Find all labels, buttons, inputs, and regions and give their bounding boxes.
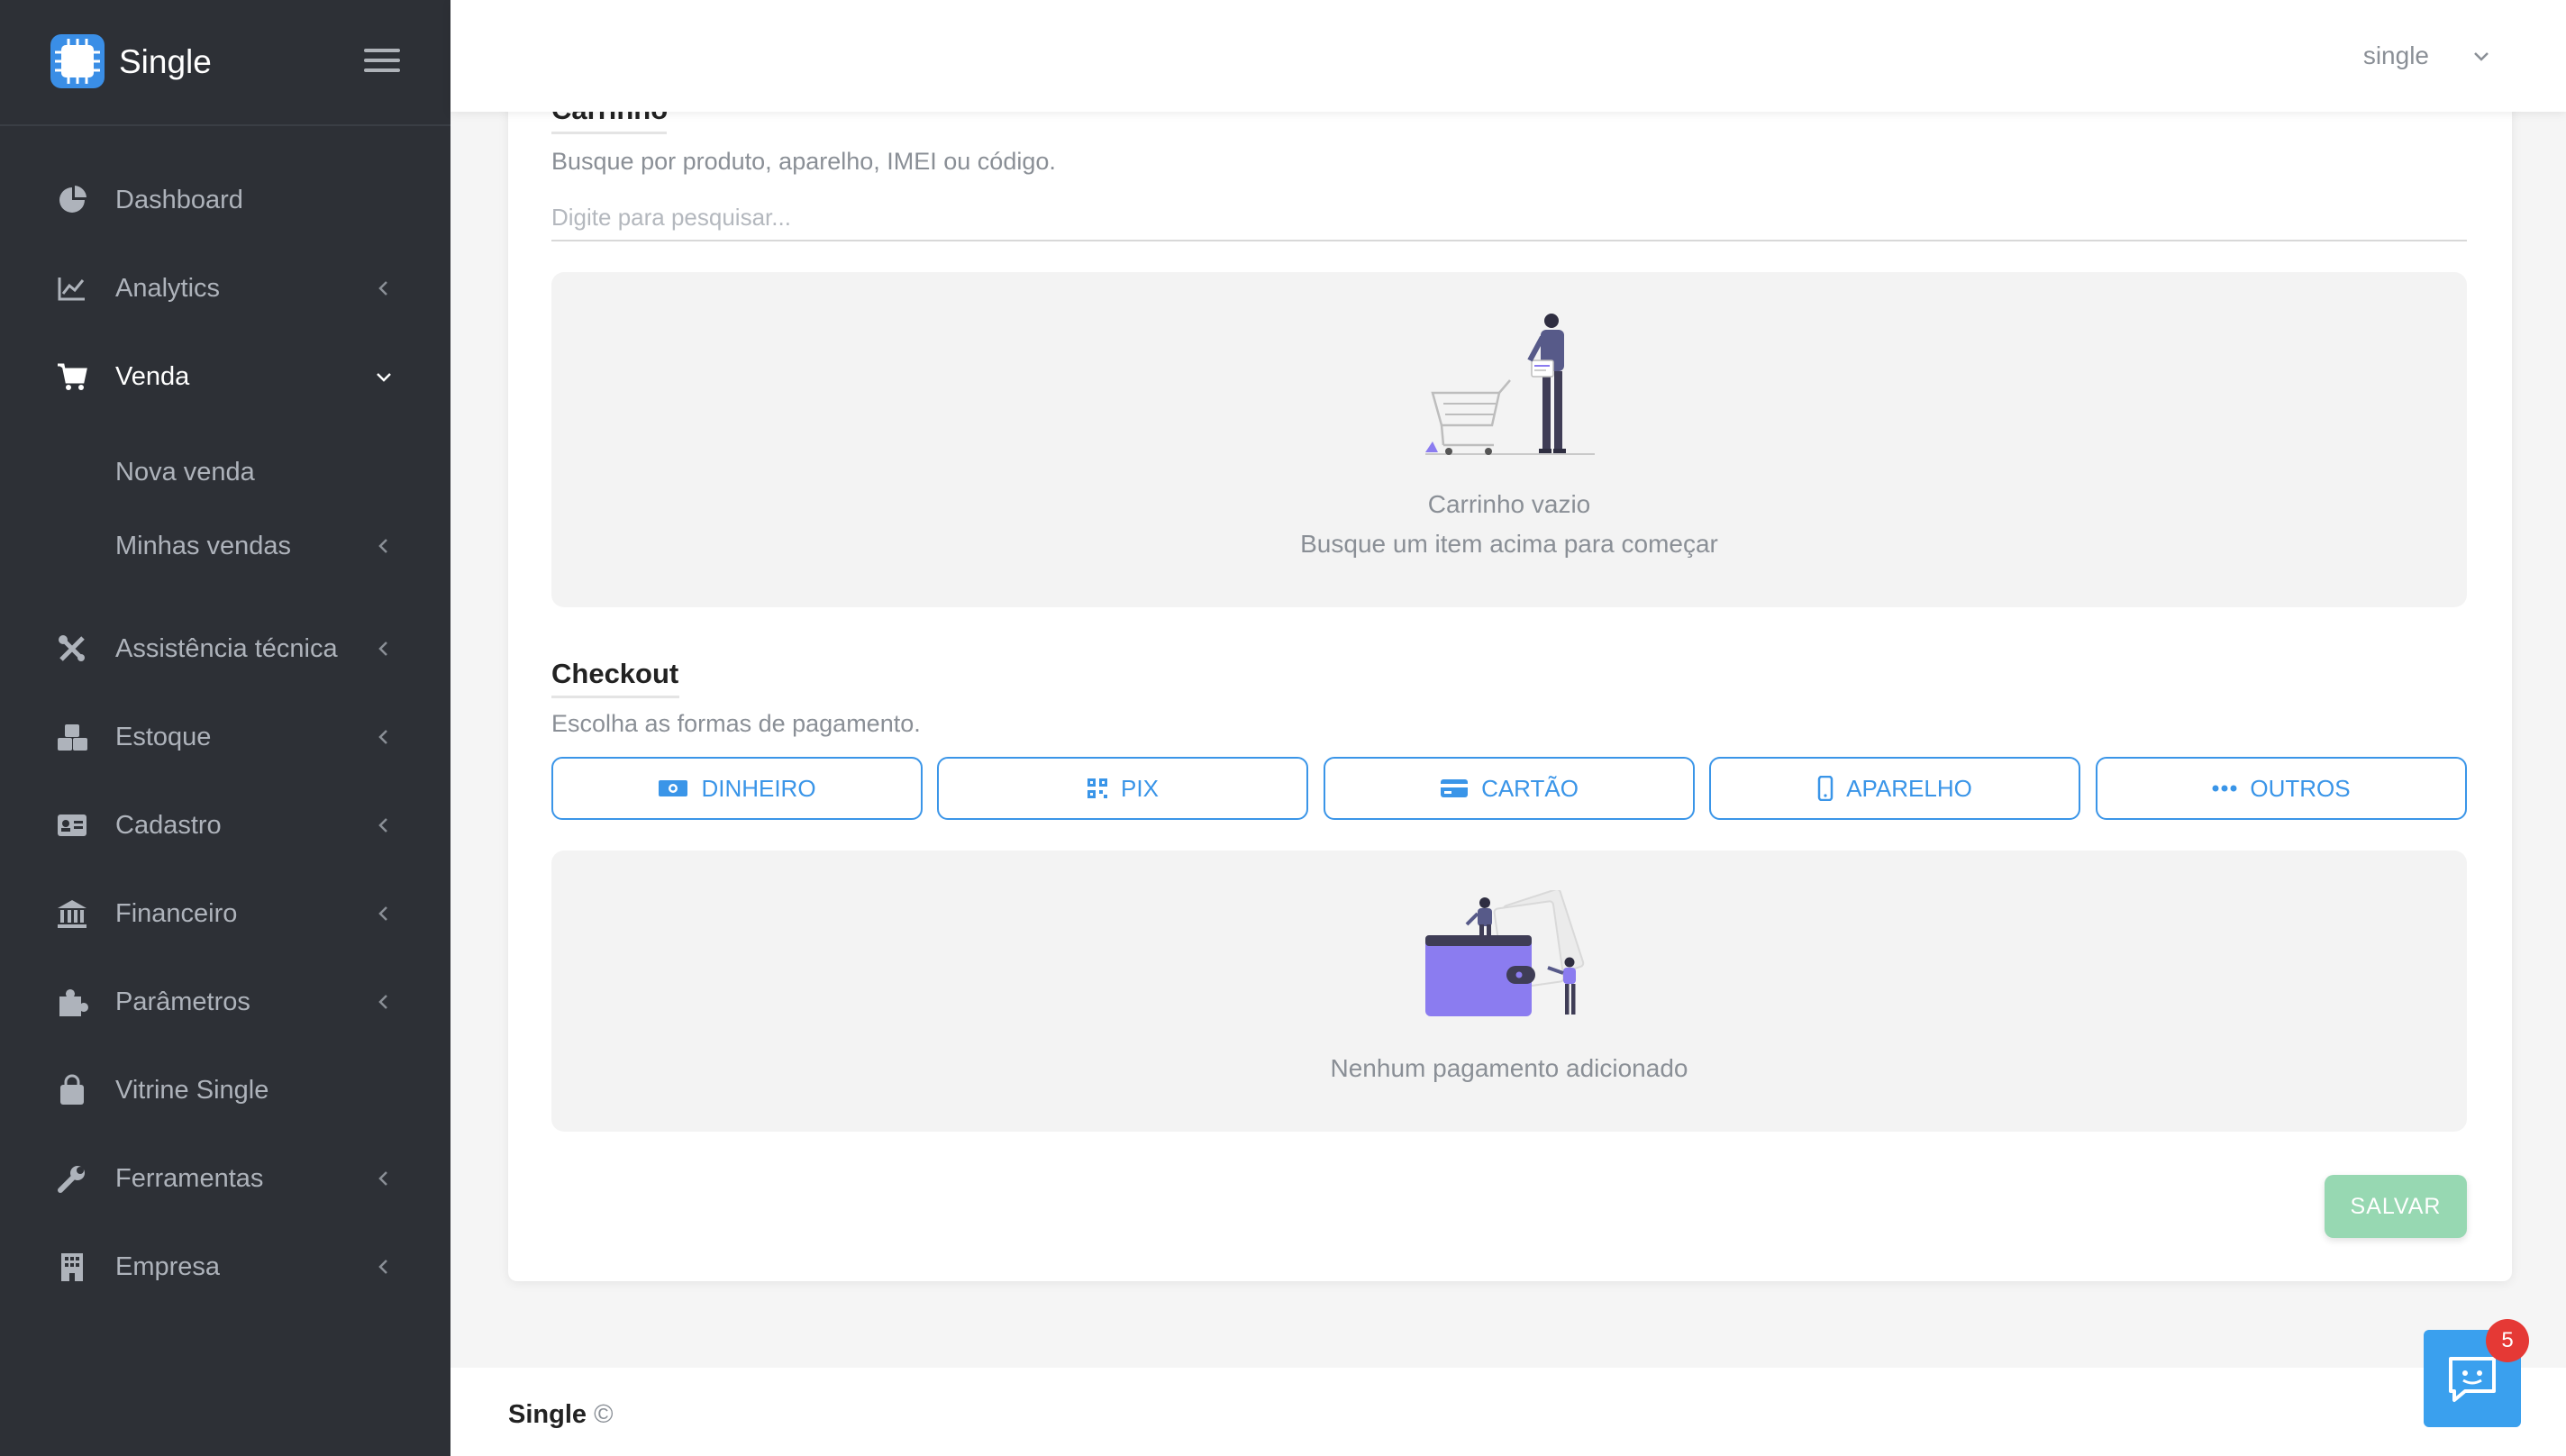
payment-empty-text: Nenhum pagamento adicionado (1330, 1054, 1688, 1082)
sidebar-item-parametros[interactable]: Parâmetros (0, 968, 450, 1040)
cart-title-underline (551, 132, 667, 134)
sidebar-subitem-nova-venda[interactable]: Nova venda (0, 441, 450, 505)
wrench-icon (58, 1166, 85, 1193)
payment-method-dinheiro-button[interactable]: DINHEIRO (551, 757, 923, 820)
credit-card-icon (1441, 779, 1469, 797)
sidebar-item-label: Minhas vendas (115, 532, 292, 560)
chevron-down-icon (377, 373, 391, 382)
chip-logo-icon (50, 34, 105, 88)
chevron-left-icon (378, 1171, 387, 1186)
sidebar-item-label: Nova venda (115, 458, 255, 487)
cart-empty-subtitle: Busque um item acima para começar (1300, 530, 1718, 558)
line-chart-icon (58, 278, 85, 301)
sidebar-item-label: Ferramentas (115, 1164, 264, 1193)
footer: Single © (450, 1368, 2566, 1456)
payment-method-cartao-button[interactable]: CARTÃO (1324, 757, 1695, 820)
tools-icon (59, 635, 85, 661)
brand-name: Single (119, 43, 212, 80)
save-button[interactable]: SALVAR (2325, 1175, 2467, 1238)
sidebar-item-dashboard[interactable]: Dashboard (0, 166, 450, 238)
cash-icon (659, 780, 688, 796)
sidebar-item-estoque[interactable]: Estoque (0, 703, 450, 775)
qr-code-icon (1087, 778, 1108, 798)
chevron-left-icon (378, 818, 387, 833)
chat-support-icon (2449, 1357, 2496, 1402)
building-icon (61, 1253, 83, 1281)
footer-brand: Single (508, 1400, 587, 1429)
more-dots-icon (2212, 785, 2237, 792)
boxes-icon (58, 724, 87, 751)
sidebar-item-label: Estoque (115, 723, 212, 751)
payment-method-label: CARTÃO (1481, 774, 1579, 802)
id-card-icon (58, 814, 86, 836)
chevron-left-icon (378, 281, 387, 296)
cart-subtitle: Busque por produto, aparelho, IMEI ou có… (551, 148, 1056, 175)
payment-method-aparelho-button[interactable]: APARELHO (1709, 757, 2080, 820)
shopping-bag-icon (60, 1074, 84, 1105)
sidebar-item-label: Analytics (115, 274, 221, 303)
checkout-title-underline (551, 696, 679, 698)
payment-method-label: APARELHO (1846, 774, 1972, 802)
sidebar-item-label: Empresa (115, 1252, 221, 1281)
top-header: single (450, 0, 2566, 112)
sidebar-item-empresa[interactable]: Empresa (0, 1233, 450, 1305)
chevron-down-icon[interactable] (2470, 45, 2492, 67)
payment-method-outros-button[interactable]: OUTROS (2096, 757, 2467, 820)
payment-empty-box: Nenhum pagamento adicionado (551, 851, 2467, 1132)
chevron-left-icon (378, 642, 387, 656)
brand: Single (0, 0, 450, 126)
sidebar-item-label: Venda (115, 362, 190, 391)
payment-method-label: OUTROS (2250, 774, 2351, 802)
footer-copyright: © (594, 1400, 614, 1429)
sidebar-item-label: Parâmetros (115, 987, 250, 1016)
chevron-left-icon (378, 995, 387, 1009)
sidebar-item-cadastro[interactable]: Cadastro (0, 791, 450, 863)
checkout-subtitle: Escolha as formas de pagamento. (551, 710, 921, 737)
pie-chart-icon (59, 186, 86, 213)
sidebar-item-ferramentas[interactable]: Ferramentas (0, 1144, 450, 1216)
sidebar: Single Dashboard Analytics Venda Nova ve… (0, 0, 450, 1456)
chevron-left-icon (378, 906, 387, 921)
sidebar-item-label: Cadastro (115, 811, 222, 840)
footer-text: Single © (508, 1400, 613, 1430)
payment-method-label: DINHEIRO (701, 774, 816, 802)
checkout-title: Checkout (551, 658, 679, 689)
shopping-cart-icon (58, 363, 87, 390)
payment-method-label: PIX (1121, 774, 1159, 802)
chat-notification-badge: 5 (2486, 1319, 2529, 1362)
sidebar-item-financeiro[interactable]: Financeiro (0, 879, 450, 951)
sidebar-item-venda[interactable]: Venda (0, 342, 450, 414)
sidebar-item-label: Financeiro (115, 899, 238, 928)
cart-empty-box: Carrinho vazio Busque um item acima para… (551, 272, 2467, 607)
sidebar-item-vitrine-single[interactable]: Vitrine Single (0, 1056, 450, 1128)
sidebar-subitem-minhas-vendas[interactable]: Minhas vendas (0, 515, 450, 578)
cart-empty-title: Carrinho vazio (1427, 490, 1591, 518)
chevron-left-icon (378, 730, 387, 744)
payment-method-pix-button[interactable]: PIX (937, 757, 1308, 820)
user-menu-name[interactable]: single (2363, 41, 2429, 70)
hamburger-menu-icon[interactable] (364, 49, 400, 76)
sidebar-item-label: Vitrine Single (115, 1076, 269, 1105)
bank-icon (58, 900, 86, 928)
sidebar-item-label: Dashboard (115, 186, 243, 214)
empty-wallet-illustration (1425, 890, 1585, 1016)
chevron-left-icon (378, 1260, 387, 1274)
cart-search-input[interactable] (551, 195, 2467, 241)
sidebar-item-analytics[interactable]: Analytics (0, 254, 450, 326)
empty-cart-illustration (1425, 314, 1595, 455)
chevron-left-icon (378, 539, 387, 553)
smartphone-icon (1817, 776, 1834, 801)
puzzle-icon (59, 989, 88, 1016)
sidebar-item-assistencia-tecnica[interactable]: Assistência técnica (0, 614, 450, 687)
sidebar-item-label: Assistência técnica (115, 634, 338, 663)
